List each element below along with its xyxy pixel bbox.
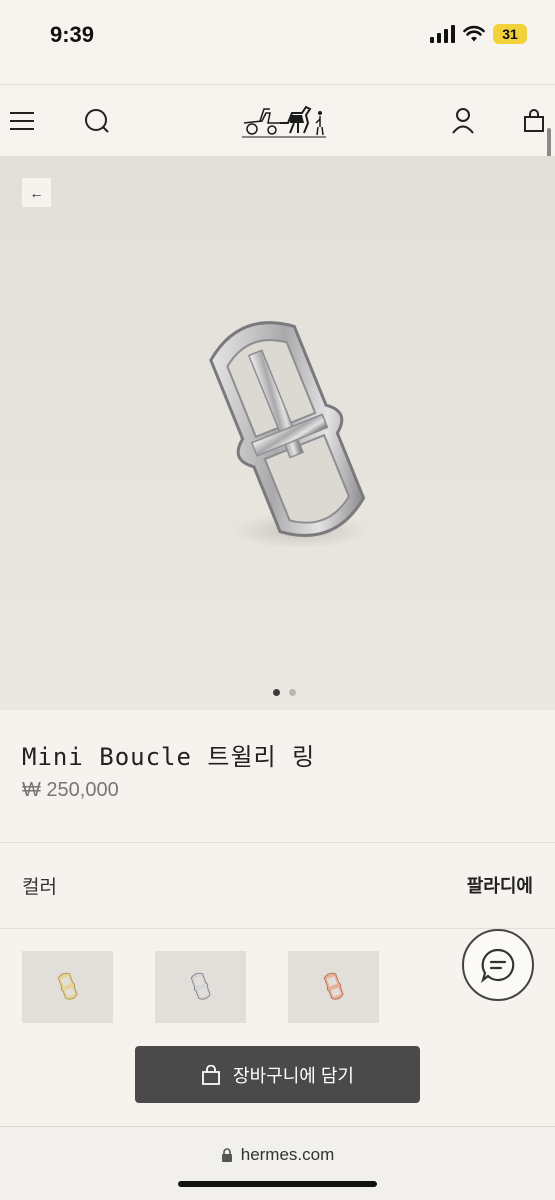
lock-icon [221,1148,232,1162]
product-title: Mini Boucle 트윌리 링 [22,743,316,771]
hamburger-menu-icon[interactable] [4,103,40,139]
site-header [0,84,555,156]
chat-bubble-icon [480,948,515,983]
signal-icon [430,25,455,43]
back-arrow-button[interactable]: ← [22,178,51,207]
color-swatch-palladium[interactable] [155,951,246,1023]
swatch-ring-palladium [190,972,211,1000]
status-time: 9:39 [50,22,95,47]
gallery-dot[interactable] [289,689,296,696]
product-image-gallery[interactable]: ← [0,156,555,710]
user-icon[interactable] [445,103,481,139]
add-to-cart-button[interactable]: 장바구니에 담기 [135,1046,420,1103]
add-to-cart-label: 장바구니에 담기 [233,1065,354,1086]
hermes-carriage-logo[interactable] [240,99,328,144]
product-price: ₩ 250,000 [22,779,119,801]
selected-color[interactable]: 팔라디에 [467,872,533,898]
status-icons: 31 [430,24,527,44]
battery-indicator: 31 [493,24,527,44]
color-swatch-gold[interactable] [22,951,113,1023]
chat-button[interactable] [462,929,534,1001]
swatch-ring-gold [57,972,78,1000]
gallery-pagination [273,689,296,696]
search-icon[interactable] [79,103,115,139]
wifi-icon [463,25,485,42]
divider [0,842,555,843]
shopping-bag-icon [202,1064,220,1085]
status-bar: 9:39 31 [0,0,555,84]
browser-url-bar[interactable]: hermes.com [0,1126,555,1200]
product-image-ring [209,321,370,549]
divider [0,928,555,929]
gallery-dot[interactable] [273,689,280,696]
home-indicator[interactable] [178,1181,377,1187]
swatch-ring-rose-gold [323,972,344,1000]
url-text: hermes.com [240,1145,335,1164]
url-display[interactable]: hermes.com [0,1145,555,1165]
color-label: 컬러 [22,877,57,898]
color-swatch-rose-gold[interactable] [288,951,379,1023]
